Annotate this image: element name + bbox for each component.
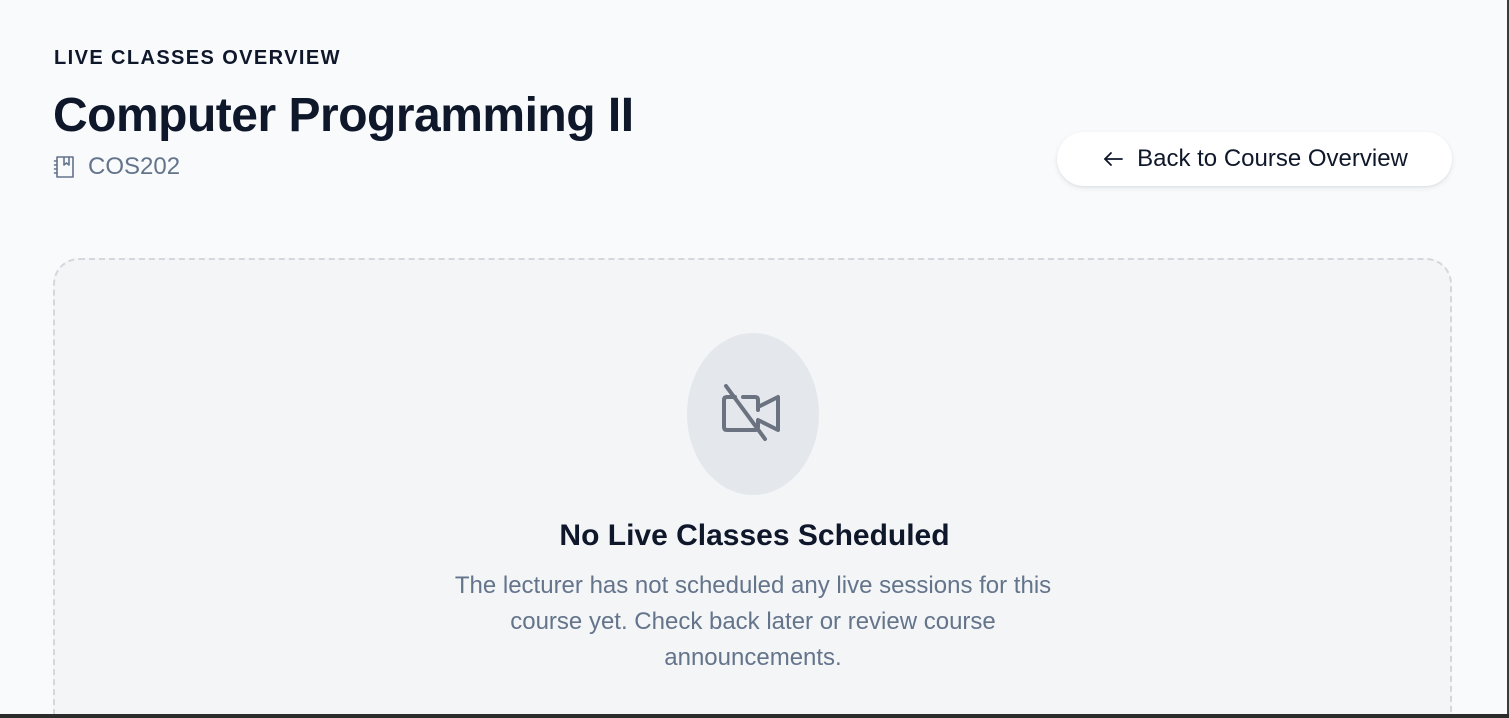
page-title: Computer Programming II — [53, 89, 634, 142]
empty-state-description: The lecturer has not scheduled any live … — [454, 572, 1052, 671]
back-to-course-overview-button[interactable]: Back to Course Overview — [1057, 132, 1452, 186]
live-classes-page: LIVE CLASSES OVERVIEW Computer Programmi… — [0, 0, 1509, 718]
course-code-row: COS202 — [53, 153, 180, 181]
video-off-icon — [721, 383, 785, 446]
book-icon — [53, 154, 77, 180]
empty-state-icon-circle — [687, 333, 819, 495]
window-bottom-edge — [0, 714, 1509, 718]
arrow-left-icon — [1101, 147, 1125, 171]
page-eyebrow: LIVE CLASSES OVERVIEW — [54, 47, 341, 69]
empty-state-title: No Live Classes Scheduled — [559, 519, 950, 552]
course-code: COS202 — [88, 153, 181, 180]
back-button-label: Back to Course Overview — [1137, 145, 1408, 172]
